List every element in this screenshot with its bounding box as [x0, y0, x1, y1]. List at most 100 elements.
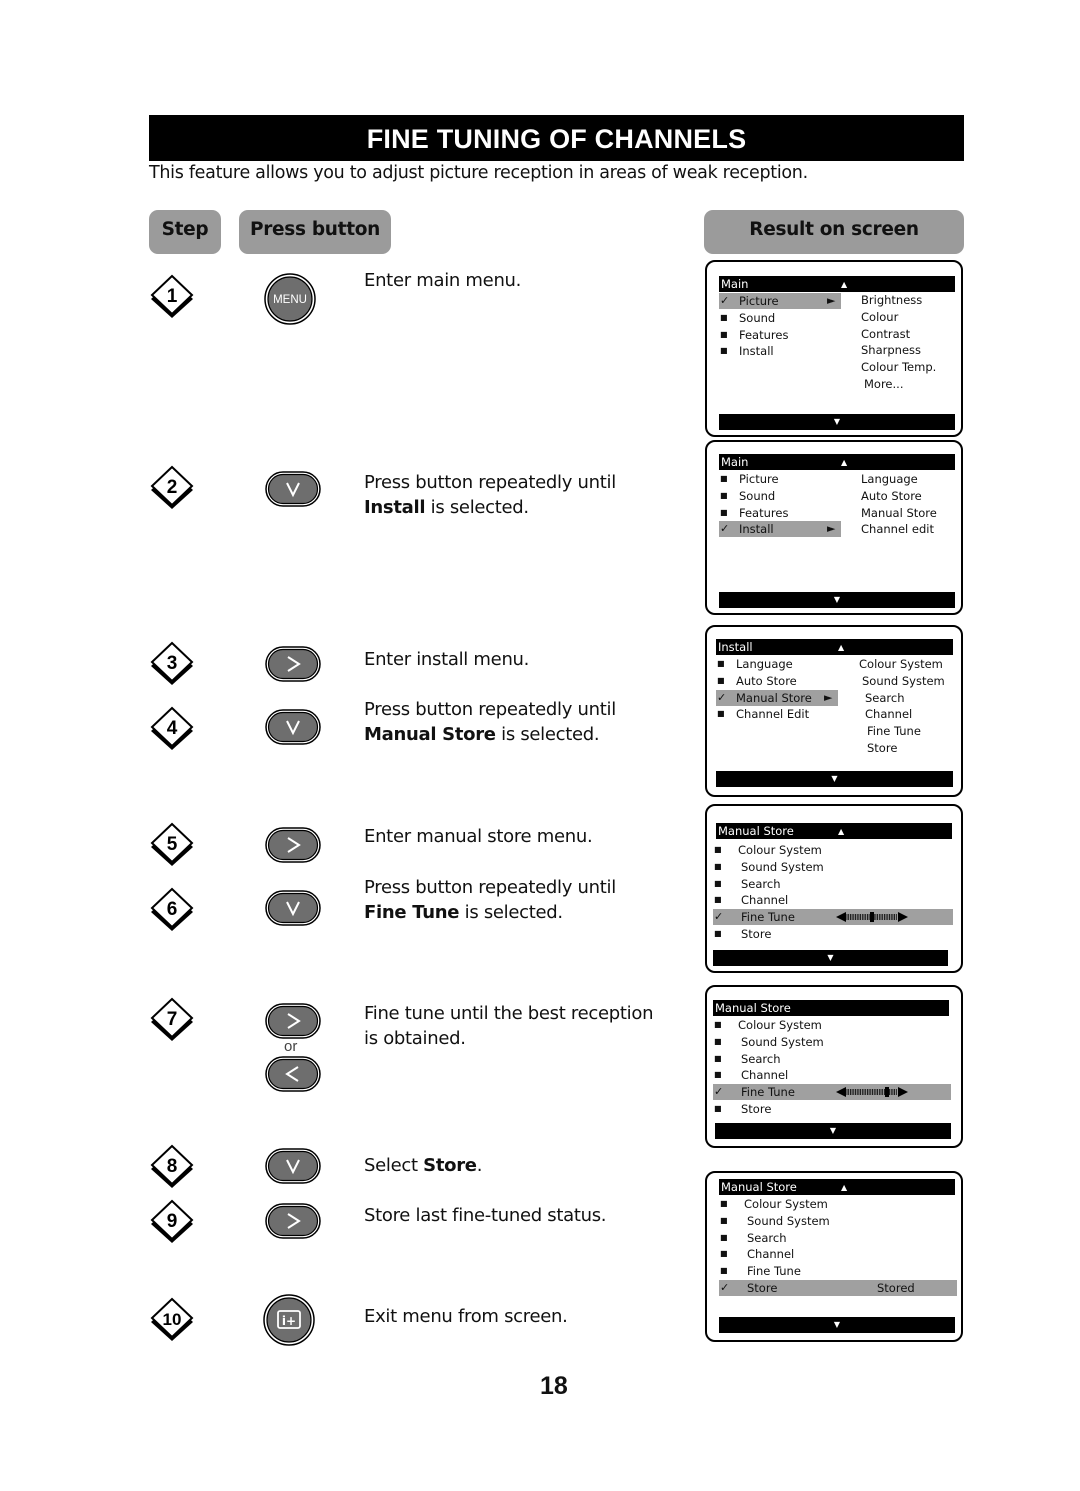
menu-item[interactable]: ■ Sound — [719, 310, 841, 326]
step-marker-3: 3 — [149, 641, 195, 687]
down-arrow-button[interactable] — [265, 890, 321, 926]
bullet-icon: ■ — [717, 675, 725, 685]
down-arrow-button[interactable] — [265, 471, 321, 507]
submenu-item: Search — [865, 690, 905, 705]
bullet-icon: ■ — [720, 1199, 728, 1208]
step-number: 9 — [167, 1211, 178, 1232]
step-2-description: Press button repeatedly until Install is … — [364, 470, 616, 520]
step-number: 3 — [167, 653, 178, 674]
menu-title: Manual Store — [718, 824, 794, 838]
right-arrow-button[interactable] — [265, 646, 321, 682]
bullet-icon: ■ — [720, 1266, 728, 1276]
menu-item-selected[interactable]: ✓ Manual Store ► — [716, 689, 838, 706]
right-arrow-button[interactable] — [265, 827, 321, 863]
description-text: is selected. — [495, 724, 600, 745]
step-marker-6: 6 — [149, 887, 195, 933]
menu-item[interactable]: ■ Channel — [713, 892, 953, 908]
description-text: Enter main menu. — [364, 270, 522, 291]
info-plus-button[interactable]: i+ — [263, 1294, 315, 1346]
submenu-item: Colour System — [859, 657, 943, 671]
menu-header-bar: Manual Store — [713, 1000, 949, 1016]
right-arrow-button[interactable] — [265, 1203, 321, 1239]
step-4-description: Press button repeatedly until Manual Stor… — [364, 697, 616, 747]
menu-item-label: Channel — [741, 1068, 789, 1083]
step-number: 5 — [167, 834, 178, 855]
scroll-down-icon: ▼ — [833, 595, 841, 604]
description-text: is obtained. — [364, 1028, 466, 1049]
menu-footer-bar: ▼ — [715, 1123, 951, 1139]
right-arrow-button[interactable] — [265, 1003, 321, 1039]
menu-item-selected[interactable]: ✓ Fine Tune — [713, 909, 953, 926]
menu-item-label: Store — [741, 927, 772, 941]
menu-title: Manual Store — [715, 1001, 791, 1015]
bullet-icon: ■ — [720, 507, 728, 517]
submenu-item: Channel edit — [861, 522, 934, 537]
bullet-icon: ■ — [714, 1053, 722, 1063]
menu-item-selected[interactable]: ✓ Fine Tune — [713, 1084, 951, 1101]
menu-item[interactable]: ■ Store — [713, 1101, 951, 1117]
menu-item[interactable]: ■ Colour System — [719, 1196, 957, 1212]
fine-tune-slider[interactable] — [835, 911, 909, 923]
scroll-down-icon: ▼ — [833, 417, 841, 426]
header-result-on-screen: Result on screen — [704, 210, 964, 254]
description-text: Press button repeatedly until — [364, 877, 616, 898]
description-text: is selected. — [459, 902, 564, 923]
step-number: 6 — [167, 899, 178, 920]
menu-item[interactable]: ■ Features — [719, 327, 841, 343]
bullet-icon: ■ — [714, 1036, 722, 1046]
bullet-icon: ■ — [717, 659, 725, 668]
menu-item[interactable]: ■ Features — [719, 505, 841, 521]
menu-item[interactable]: ■ Search — [713, 876, 953, 892]
fine-tune-indicator — [885, 1087, 889, 1098]
menu-item-label: Search — [741, 1051, 781, 1066]
menu-button[interactable]: MENU — [264, 273, 316, 325]
step-number: 4 — [167, 718, 178, 739]
step-1-description: Enter main menu. — [364, 268, 521, 293]
menu-header-bar: Install ▲ — [716, 639, 953, 655]
menu-item-selected[interactable]: ✓ Picture ► — [719, 293, 841, 309]
fine-tune-right-arrow — [898, 912, 908, 923]
menu-item[interactable]: ■ Colour System — [713, 842, 953, 858]
down-arrow-button[interactable] — [265, 1148, 321, 1184]
submenu-arrow-icon: ► — [827, 522, 836, 536]
menu-title: Main — [721, 455, 749, 469]
menu-footer-bar: ▼ — [713, 950, 948, 966]
menu-item[interactable]: ■ Language — [716, 656, 838, 672]
menu-item-selected[interactable]: ✓ Install ► — [719, 521, 841, 538]
menu-item[interactable]: ■ Picture — [719, 471, 841, 487]
menu-item[interactable]: ■ Channel — [713, 1067, 951, 1083]
tv-menu-screen-2: Main ▲ ■ Picture ■ Sound ■ Features ✓ Install ► Lan… — [705, 440, 963, 615]
menu-item[interactable]: ■ Search — [719, 1230, 957, 1246]
menu-item[interactable]: ■ Install — [719, 343, 841, 359]
left-arrow-button[interactable] — [265, 1056, 321, 1092]
menu-item-selected[interactable]: ✓ Store Stored — [719, 1280, 957, 1296]
fine-tune-left-arrow — [836, 912, 846, 923]
down-arrow-button[interactable] — [265, 709, 321, 745]
tv-menu-screen-5: Manual Store ■ Colour System ■ Sound System ■… — [705, 985, 963, 1148]
bullet-icon: ■ — [714, 1020, 722, 1029]
menu-item[interactable]: ■ Colour System — [713, 1017, 951, 1033]
menu-item[interactable]: ■ Store — [713, 926, 953, 942]
checkmark-icon: ✓ — [720, 522, 730, 536]
bullet-icon: ■ — [720, 329, 728, 339]
menu-item-label: Colour System — [744, 1197, 828, 1211]
menu-item-label: Search — [747, 1230, 787, 1245]
menu-item-label: Channel — [747, 1247, 795, 1262]
menu-item[interactable]: ■ Sound System — [719, 1213, 957, 1229]
menu-item-label: Channel Edit — [736, 707, 810, 722]
submenu-item: Colour — [861, 309, 899, 324]
menu-item[interactable]: ■ Channel Edit — [716, 706, 838, 722]
menu-item[interactable]: ■ Channel — [719, 1246, 957, 1262]
menu-item[interactable]: ■ Sound System — [713, 1034, 951, 1050]
fine-tune-slider[interactable] — [835, 1086, 909, 1098]
menu-item-label: Channel — [741, 893, 789, 908]
menu-item[interactable]: ■ Fine Tune — [719, 1263, 957, 1279]
menu-item[interactable]: ■ Search — [713, 1051, 951, 1067]
menu-item[interactable]: ■ Sound System — [713, 859, 953, 875]
checkmark-icon: ✓ — [720, 1281, 730, 1294]
scroll-up-icon: ▲ — [841, 280, 848, 289]
menu-item[interactable]: ■ Sound — [719, 488, 841, 504]
svg-text:MENU: MENU — [273, 294, 307, 306]
tv-menu-screen-3: Install ▲ ■ Language ■ Auto Store ✓ Manual Stor… — [705, 625, 963, 797]
menu-item[interactable]: ■ Auto Store — [716, 673, 838, 689]
